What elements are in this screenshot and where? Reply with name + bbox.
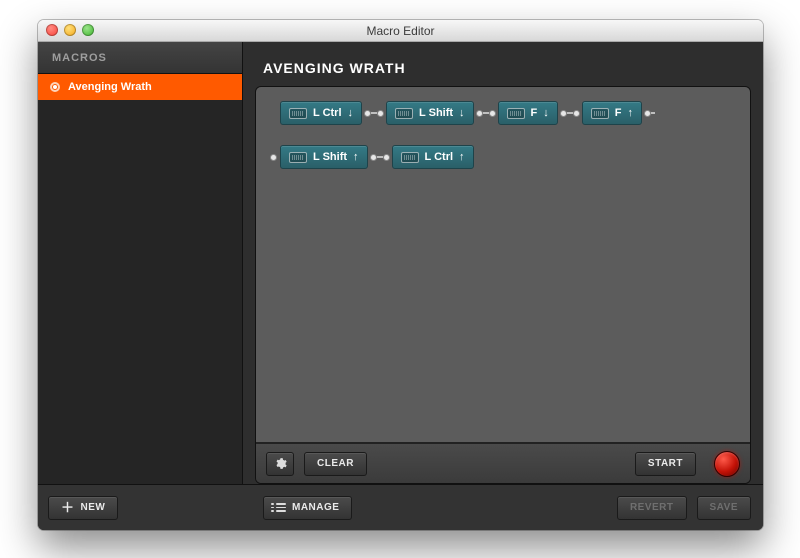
plus-icon: ＋	[61, 501, 75, 514]
clear-button[interactable]: CLEAR	[304, 452, 367, 476]
macro-step-key: L Shift	[313, 151, 347, 163]
revert-button-label: REVERT	[630, 502, 674, 513]
zoom-icon[interactable]	[82, 24, 94, 36]
macro-step-key: L Ctrl	[313, 107, 342, 119]
macro-title: AVENGING WRATH	[255, 54, 751, 86]
start-button[interactable]: START	[635, 452, 696, 476]
clear-button-label: CLEAR	[317, 458, 354, 469]
canvas-toolbar: CLEAR START	[256, 443, 750, 483]
editor-panel: AVENGING WRATH L Ctrl↓L Shift↓F↓F↑L Shif…	[243, 42, 763, 484]
keyboard-icon	[401, 152, 419, 163]
sidebar-header: MACROS	[38, 42, 242, 74]
keyboard-icon	[395, 108, 413, 119]
list-icon	[276, 503, 286, 512]
macro-step[interactable]: L Shift ↓	[386, 101, 474, 125]
step-connector	[370, 154, 390, 161]
arrow-down-icon: ↓	[543, 108, 549, 119]
macro-step-key: F	[531, 107, 538, 119]
gear-icon	[274, 457, 287, 470]
new-macro-label: NEW	[81, 502, 106, 513]
keyboard-icon	[507, 108, 525, 119]
save-button[interactable]: SAVE	[697, 496, 752, 520]
sidebar-item-label: Avenging Wrath	[68, 81, 152, 93]
macro-step-key: L Ctrl	[425, 151, 454, 163]
macro-step[interactable]: L Ctrl ↓	[280, 101, 362, 125]
step-connector	[364, 110, 384, 117]
macro-editor-window: Macro Editor MACROS Avenging Wrath AVENG…	[38, 20, 763, 530]
arrow-down-icon: ↓	[459, 108, 465, 119]
step-sequence[interactable]: L Ctrl↓L Shift↓F↓F↑L Shift↑L Ctrl↑	[256, 87, 750, 443]
window-title: Macro Editor	[366, 24, 434, 38]
step-leading-connector	[270, 154, 277, 161]
arrow-up-icon: ↑	[628, 108, 634, 119]
macro-list: Avenging Wrath	[38, 74, 242, 484]
settings-button[interactable]	[266, 452, 294, 476]
step-connector	[476, 110, 496, 117]
macro-step[interactable]: L Ctrl ↑	[392, 145, 474, 169]
close-icon[interactable]	[46, 24, 58, 36]
keyboard-icon	[289, 152, 307, 163]
manage-button[interactable]: MANAGE	[263, 496, 352, 520]
macro-step[interactable]: L Shift ↑	[280, 145, 368, 169]
step-trailing-connector	[644, 110, 655, 117]
minimize-icon[interactable]	[64, 24, 76, 36]
arrow-down-icon: ↓	[348, 108, 354, 119]
titlebar[interactable]: Macro Editor	[38, 20, 763, 42]
macro-canvas: L Ctrl↓L Shift↓F↓F↑L Shift↑L Ctrl↑ CLEAR	[255, 86, 751, 484]
manage-button-label: MANAGE	[292, 502, 339, 513]
new-macro-button[interactable]: ＋ NEW	[48, 496, 118, 520]
radio-selected-icon	[50, 82, 60, 92]
step-connector	[560, 110, 580, 117]
macro-step-key: L Shift	[419, 107, 453, 119]
save-button-label: SAVE	[710, 502, 739, 513]
macro-step-key: F	[615, 107, 622, 119]
arrow-up-icon: ↑	[353, 152, 359, 163]
macro-step[interactable]: F↓	[498, 101, 558, 125]
window-controls	[46, 24, 94, 36]
sidebar: MACROS Avenging Wrath	[38, 42, 243, 484]
sidebar-footer: ＋ NEW	[38, 484, 243, 530]
record-indicator[interactable]	[714, 451, 740, 477]
start-button-label: START	[648, 458, 683, 469]
keyboard-icon	[591, 108, 609, 119]
revert-button[interactable]: REVERT	[617, 496, 687, 520]
sidebar-item-avenging-wrath[interactable]: Avenging Wrath	[38, 74, 242, 100]
arrow-up-icon: ↑	[459, 152, 465, 163]
keyboard-icon	[289, 108, 307, 119]
macro-step[interactable]: F↑	[582, 101, 642, 125]
